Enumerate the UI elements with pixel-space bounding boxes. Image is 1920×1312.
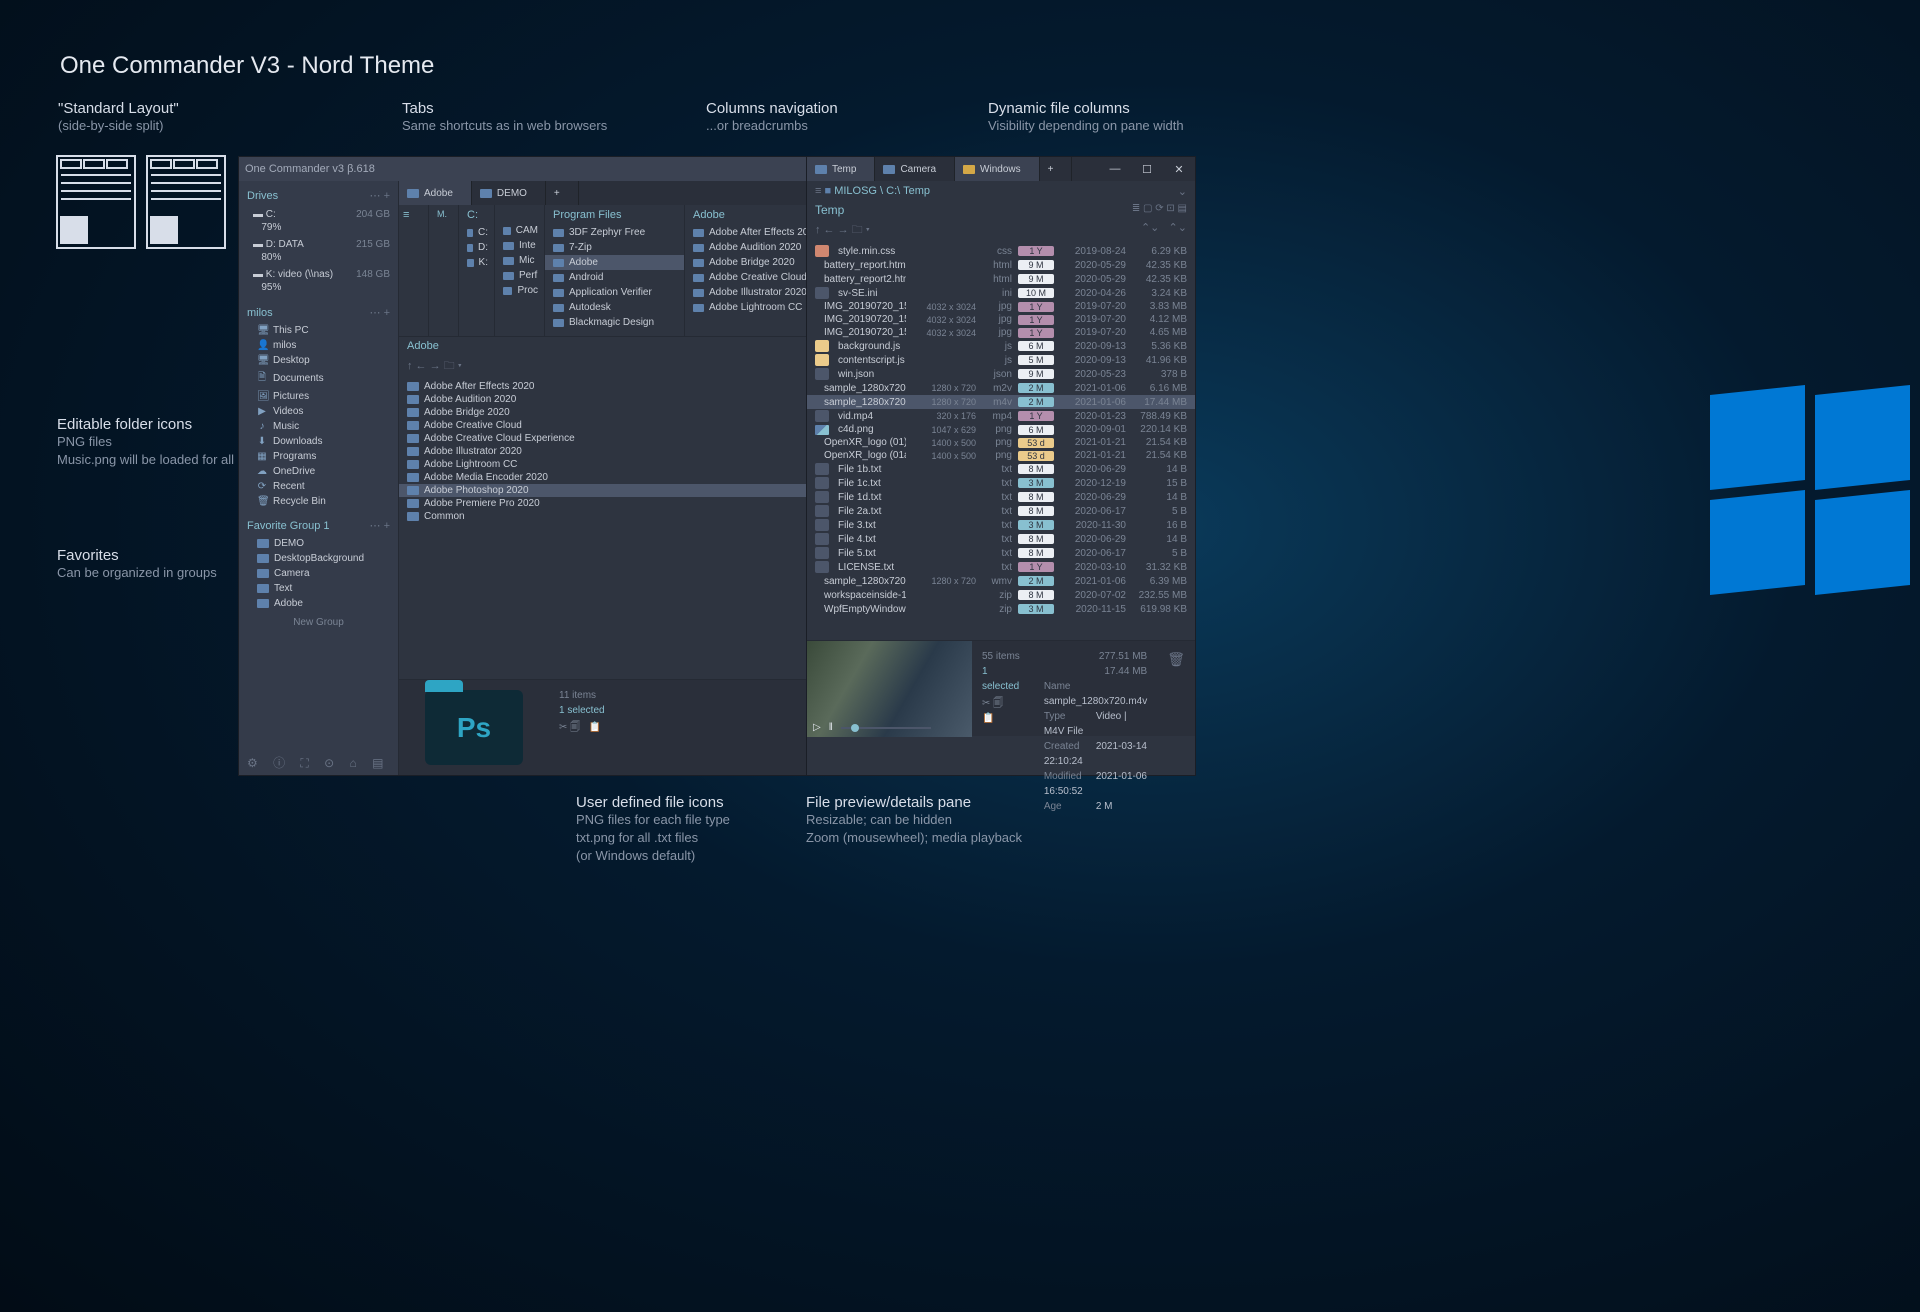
layout-diagram [56, 155, 226, 255]
tab-add[interactable]: + [546, 181, 579, 205]
status-bar-right: ▷‖ 55 items 1 selected ✂ 🗐 📋 277.51 MB 1… [807, 640, 1195, 736]
anno-standard-layout: "Standard Layout" (side-by-side split) [58, 100, 179, 135]
preview-icon: Ps [399, 680, 549, 775]
pane-header: Temp ≣ ▢ ⟳ ⊡ ▤ [807, 201, 1195, 219]
col-item[interactable]: C: [459, 225, 494, 240]
quick-item-videos[interactable]: ▶Videos [239, 404, 398, 419]
file-row[interactable]: sample_1280x720.m2v 1280 x 720 m2v 2 M 2… [807, 381, 1195, 395]
file-list-right[interactable]: style.min.css css 1 Y 2019-08-24 6.29 KB… [807, 242, 1195, 640]
file-row[interactable]: contentscript.js js 5 M 2020-09-13 41.96… [807, 353, 1195, 367]
breadcrumb[interactable]: ≡ ■ MILOSG \ C:\ Temp ⌄ [807, 181, 1195, 201]
tab-temp[interactable]: Temp [807, 157, 875, 181]
windows-logo [1710, 390, 1920, 600]
quick-item-onedrive[interactable]: ☁OneDrive [239, 464, 398, 479]
col-item[interactable]: 7-Zip [545, 240, 684, 255]
video-preview[interactable]: ▷‖ [807, 641, 972, 737]
col-item[interactable]: Proc [495, 283, 544, 298]
file-row[interactable]: battery_report2.html html 9 M 2020-05-29… [807, 272, 1195, 286]
file-row[interactable]: File 1b.txt txt 8 M 2020-06-29 14 B [807, 462, 1195, 476]
file-row[interactable]: File 2a.txt txt 8 M 2020-06-17 5 B [807, 504, 1195, 518]
file-row[interactable]: File 4.txt txt 8 M 2020-06-29 14 B [807, 532, 1195, 546]
tab-windows[interactable]: Windows [955, 157, 1040, 181]
file-row[interactable]: IMG_20190720_151106.jpg 4032 x 3024 jpg … [807, 326, 1195, 339]
quick-item-desktop[interactable]: 🖥Desktop [239, 353, 398, 368]
quick-item-recycle bin[interactable]: 🗑Recycle Bin [239, 494, 398, 509]
quick-item-recent[interactable]: ⟳Recent [239, 479, 398, 494]
col-item[interactable]: Android [545, 270, 684, 285]
file-row[interactable]: battery_report.html html 9 M 2020-05-29 … [807, 258, 1195, 272]
file-row[interactable]: win.json json 9 M 2020-05-23 378 B [807, 367, 1195, 381]
app-window-right: Temp Camera Windows + ― ☐ ✕ ≡ ■ MILOSG \… [806, 156, 1196, 776]
file-row[interactable]: vid.mp4 320 x 176 mp4 1 Y 2020-01-23 788… [807, 409, 1195, 423]
col-item[interactable]: Perf [495, 268, 544, 283]
file-row[interactable]: style.min.css css 1 Y 2019-08-24 6.29 KB [807, 244, 1195, 258]
new-group-button[interactable]: New Group [239, 611, 398, 634]
anno-preview: File preview/details pane Resizable; can… [806, 794, 1022, 847]
file-row[interactable]: IMG_20190720_150955.jpg 4032 x 3024 jpg … [807, 300, 1195, 313]
col-item[interactable]: Mic [495, 253, 544, 268]
file-row[interactable]: File 5.txt txt 8 M 2020-06-17 5 B [807, 546, 1195, 560]
file-row[interactable]: OpenXR_logo (01a).png 1400 x 500 png 53 … [807, 449, 1195, 462]
tab-adobe[interactable]: Adobe [399, 181, 472, 205]
quick-item-milos[interactable]: 👤milos [239, 338, 398, 353]
page-title: One Commander V3 - Nord Theme [60, 52, 434, 80]
file-row[interactable]: OpenXR_logo (01).png 1400 x 500 png 53 d… [807, 436, 1195, 449]
col-item[interactable]: D: [459, 240, 494, 255]
trash-icon-right[interactable]: 🗑 [1157, 641, 1195, 736]
file-row[interactable]: File 1c.txt txt 3 M 2020-12-19 15 B [807, 476, 1195, 490]
anno-columns: Columns navigation ...or breadcrumbs [706, 100, 838, 135]
nav-icons-right[interactable]: ↑ ← → 🗀 ▾ ⌃⌄ ⌃⌄ [807, 219, 1195, 242]
anno-favorites: Favorites Can be organized in groups [57, 547, 217, 582]
col-item[interactable]: Adobe [545, 255, 684, 270]
col-item[interactable]: Blackmagic Design [545, 315, 684, 330]
fav-item[interactable]: Adobe [239, 596, 398, 611]
fav-item[interactable]: DesktopBackground [239, 551, 398, 566]
col-item[interactable]: Inte [495, 238, 544, 253]
col-item[interactable]: K: [459, 255, 494, 270]
bottom-toolbar[interactable]: ⚙ ⓘ ⛶ ⊙ ⌂ ▤ [247, 754, 389, 771]
quick-item-this pc[interactable]: 🖥This PC [239, 323, 398, 338]
fav-item[interactable]: Text [239, 581, 398, 596]
file-row[interactable]: LICENSE.txt txt 1 Y 2020-03-10 31.32 KB [807, 560, 1195, 574]
file-row[interactable]: c4d.png 1047 x 629 png 6 M 2020-09-01 22… [807, 423, 1195, 436]
anno-tabs: Tabs Same shortcuts as in web browsers [402, 100, 607, 135]
file-row[interactable]: sv-SE.ini ini 10 M 2020-04-26 3.24 KB [807, 286, 1195, 300]
sidebar: Drives⋯ + ▬ C: 79%204 GB▬ D: DATA 80%215… [239, 181, 399, 775]
col-item[interactable]: CAM [495, 223, 544, 238]
milos-header: milos⋯ + [239, 302, 398, 323]
drive-row[interactable]: ▬ C: 79%204 GB [239, 206, 398, 236]
file-row[interactable]: sample_1280x720.m4v 1280 x 720 m4v 2 M 2… [807, 395, 1195, 409]
quick-item-music[interactable]: ♪Music [239, 419, 398, 434]
file-row[interactable]: sample_1280x720.wmv 1280 x 720 wmv 2 M 2… [807, 574, 1195, 588]
quick-item-downloads[interactable]: ⬇Downloads [239, 434, 398, 449]
fav-item[interactable]: DEMO [239, 536, 398, 551]
file-row[interactable]: IMG_20190720_151026.jpg 4032 x 3024 jpg … [807, 313, 1195, 326]
minimize-button[interactable]: ― [1099, 157, 1131, 181]
maximize-button[interactable]: ☐ [1131, 157, 1163, 181]
close-button[interactable]: ✕ [1163, 157, 1195, 181]
col-item[interactable]: Application Verifier [545, 285, 684, 300]
drive-row[interactable]: ▬ K: video (\\nas) 95%148 GB [239, 266, 398, 296]
tab-bar-right: Temp Camera Windows + ― ☐ ✕ [807, 157, 1195, 181]
file-row[interactable]: WpfEmptyWindowIssue.zip zip 3 M 2020-11-… [807, 602, 1195, 616]
quick-item-programs[interactable]: ▦Programs [239, 449, 398, 464]
anno-dyn-cols: Dynamic file columns Visibility dependin… [988, 100, 1184, 135]
anno-user-icons: User defined file icons PNG files for ea… [576, 794, 730, 866]
quick-item-documents[interactable]: 🗎Documents [239, 368, 398, 389]
col-item[interactable]: Autodesk [545, 300, 684, 315]
fav-item[interactable]: Camera [239, 566, 398, 581]
quick-item-pictures[interactable]: 🖼Pictures [239, 389, 398, 404]
file-row[interactable]: workspaceinside-12.zip zip 8 M 2020-07-0… [807, 588, 1195, 602]
file-row[interactable]: File 3.txt txt 3 M 2020-11-30 16 B [807, 518, 1195, 532]
drive-row[interactable]: ▬ D: DATA 80%215 GB [239, 236, 398, 266]
tab-demo[interactable]: DEMO [472, 181, 546, 205]
file-row[interactable]: File 1d.txt txt 8 M 2020-06-29 14 B [807, 490, 1195, 504]
tab-camera[interactable]: Camera [875, 157, 955, 181]
col-item[interactable]: 3DF Zephyr Free [545, 225, 684, 240]
favorites-header: Favorite Group 1⋯ + [239, 515, 398, 536]
file-row[interactable]: background.js js 6 M 2020-09-13 5.36 KB [807, 339, 1195, 353]
tab-add-right[interactable]: + [1040, 157, 1073, 181]
drives-header: Drives⋯ + [239, 185, 398, 206]
